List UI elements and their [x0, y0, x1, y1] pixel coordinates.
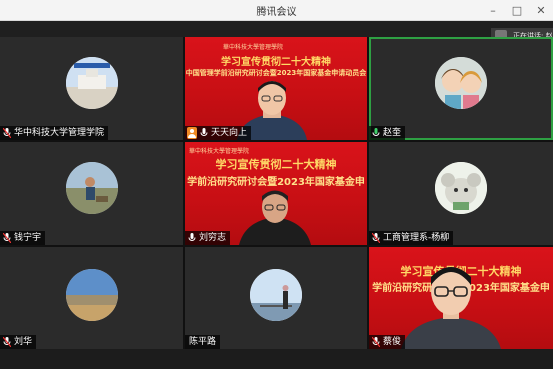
participant-label: 天天向上 — [185, 126, 252, 140]
school-logo: 華中科技大學管理學院 — [223, 44, 284, 51]
participant-name: 工商管理系-杨柳 — [383, 233, 450, 243]
video-tile[interactable]: 钱宁宇 — [0, 142, 183, 245]
video-tile[interactable]: 刘华 — [0, 247, 183, 349]
participant-label: 赵奎 — [369, 126, 406, 140]
video-tile[interactable]: 学习宣传贯彻二十大精神 学前沿研究研讨会暨2023年国家基金申 蔡俊 — [369, 247, 553, 349]
participant-label: 钱宁宇 — [0, 231, 46, 245]
mic-muted-icon — [371, 336, 381, 348]
mic-icon — [199, 127, 209, 139]
minimize-button[interactable]: – — [482, 0, 504, 21]
participant-label: 陈平路 — [185, 335, 221, 349]
participant-video — [239, 190, 311, 245]
participant-name: 华中科技大学管理学院 — [14, 128, 105, 138]
video-grid: 华中科技大学管理学院 華中科技大學管理學院 学习宣传贯彻二十大精神 中国管理学前… — [0, 37, 553, 349]
participant-label: 刘穷志 — [185, 231, 231, 245]
title-bar: 腾讯会议 – □ ✕ — [0, 0, 553, 21]
person-icon — [187, 127, 197, 139]
mic-icon — [187, 232, 197, 244]
mic-muted-icon — [371, 232, 381, 244]
video-tile[interactable]: 華中科技大學管理學院 学习宣传贯彻二十大精神 学前沿研究研讨会暨2023年国家基… — [185, 142, 367, 245]
banner-line-2: 学前沿研究研讨会暨2023年国家基金申 — [187, 177, 365, 188]
banner-line-1: 学习宣传贯彻二十大精神 — [221, 57, 331, 68]
close-button[interactable]: ✕ — [530, 0, 552, 21]
bottom-bar — [0, 349, 553, 369]
maximize-button[interactable]: □ — [506, 0, 528, 21]
participant-label: 蔡俊 — [369, 335, 406, 349]
avatar — [435, 162, 487, 214]
school-logo: 華中科技大學管理學院 — [189, 148, 250, 155]
participant-name: 钱宁宇 — [14, 233, 42, 243]
mic-muted-icon — [2, 127, 12, 139]
avatar — [435, 57, 487, 109]
banner-line-1: 学习宣传贯彻二十大精神 — [215, 158, 337, 171]
maximize-icon: □ — [511, 4, 523, 17]
avatar — [66, 269, 118, 321]
participant-name: 天天向上 — [211, 128, 248, 138]
mic-muted-icon — [2, 336, 12, 348]
avatar — [250, 269, 302, 321]
video-tile[interactable]: 華中科技大學管理學院 学习宣传贯彻二十大精神 中国管理学前沿研究研讨会暨2023… — [185, 37, 367, 140]
mic-muted-icon — [2, 232, 12, 244]
participant-label: 工商管理系-杨柳 — [369, 231, 454, 245]
participant-label: 刘华 — [0, 335, 37, 349]
close-icon: ✕ — [536, 4, 546, 17]
participant-name: 刘穷志 — [199, 233, 227, 243]
mic-icon — [371, 127, 381, 139]
participant-video — [401, 267, 501, 349]
participant-name: 陈平路 — [189, 337, 217, 347]
participant-name: 蔡俊 — [383, 337, 402, 347]
avatar — [66, 57, 118, 109]
minimize-icon: – — [490, 4, 496, 17]
avatar — [66, 162, 118, 214]
participant-label: 华中科技大学管理学院 — [0, 126, 109, 140]
banner-line-2: 中国管理学前沿研究研讨会暨2023年国家基金申请动员会 — [185, 69, 367, 77]
video-tile[interactable]: 工商管理系-杨柳 — [369, 142, 553, 245]
video-tile[interactable]: 陈平路 — [185, 247, 367, 349]
window-title: 腾讯会议 — [256, 7, 297, 18]
participant-name: 刘华 — [14, 337, 33, 347]
video-tile[interactable]: 华中科技大学管理学院 — [0, 37, 183, 140]
video-tile[interactable]: 赵奎 — [369, 37, 553, 140]
participant-name: 赵奎 — [383, 128, 402, 138]
